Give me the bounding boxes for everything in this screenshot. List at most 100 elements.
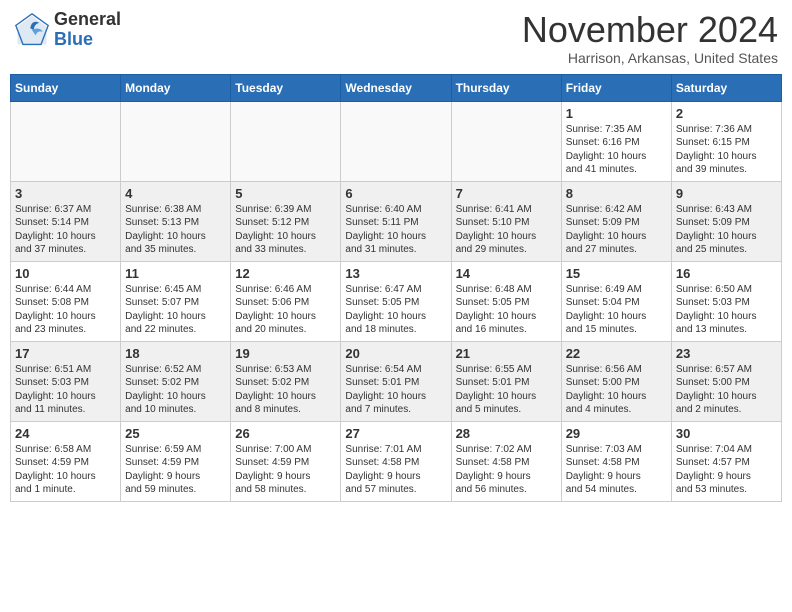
title-block: November 2024 Harrison, Arkansas, United…	[522, 10, 778, 66]
day-number: 5	[235, 186, 336, 201]
calendar-cell: 29Sunrise: 7:03 AM Sunset: 4:58 PM Dayli…	[561, 421, 671, 501]
calendar-week-1: 1Sunrise: 7:35 AM Sunset: 6:16 PM Daylig…	[11, 101, 782, 181]
day-info: Sunrise: 6:41 AM Sunset: 5:10 PM Dayligh…	[456, 203, 557, 257]
calendar-cell	[121, 101, 231, 181]
day-info: Sunrise: 7:02 AM Sunset: 4:58 PM Dayligh…	[456, 443, 557, 497]
day-info: Sunrise: 6:48 AM Sunset: 5:05 PM Dayligh…	[456, 283, 557, 337]
day-info: Sunrise: 6:55 AM Sunset: 5:01 PM Dayligh…	[456, 363, 557, 417]
calendar-cell: 18Sunrise: 6:52 AM Sunset: 5:02 PM Dayli…	[121, 341, 231, 421]
weekday-header-sunday: Sunday	[11, 74, 121, 101]
day-number: 10	[15, 266, 116, 281]
logo: General Blue	[14, 10, 121, 50]
calendar-cell: 10 Sunrise: 6:44 AM Sunset: 5:08 PM Dayli…	[11, 261, 121, 341]
day-number: 17	[15, 346, 116, 361]
weekday-header-thursday: Thursday	[451, 74, 561, 101]
calendar-cell: 14Sunrise: 6:48 AM Sunset: 5:05 PM Dayli…	[451, 261, 561, 341]
calendar-cell: 15 Sunrise: 6:49 AM Sunset: 5:04 PM Dayli…	[561, 261, 671, 341]
calendar-cell: 21Sunrise: 6:55 AM Sunset: 5:01 PM Dayli…	[451, 341, 561, 421]
calendar-cell: 12 Sunrise: 6:46 AM Sunset: 5:06 PM Dayli…	[231, 261, 341, 341]
day-info: Sunrise: 6:38 AM Sunset: 5:13 PM Dayligh…	[125, 203, 226, 257]
calendar-cell: 23 Sunrise: 6:57 AM Sunset: 5:00 PM Dayli…	[671, 341, 781, 421]
day-info: Sunrise: 6:40 AM Sunset: 5:11 PM Dayligh…	[345, 203, 446, 257]
day-number: 25	[125, 426, 226, 441]
calendar-week-2: 3Sunrise: 6:37 AM Sunset: 5:14 PM Daylig…	[11, 181, 782, 261]
day-number: 16	[676, 266, 777, 281]
day-number: 19	[235, 346, 336, 361]
day-number: 27	[345, 426, 446, 441]
day-info: Sunrise: 6:44 AM Sunset: 5:08 PM Dayligh…	[15, 283, 116, 337]
calendar-cell	[451, 101, 561, 181]
location: Harrison, Arkansas, United States	[522, 50, 778, 66]
day-info: Sunrise: 7:35 AM Sunset: 6:16 PM Dayligh…	[566, 123, 667, 177]
day-info: Sunrise: 6:49 AM Sunset: 5:04 PM Dayligh…	[566, 283, 667, 337]
day-info: Sunrise: 6:56 AM Sunset: 5:00 PM Dayligh…	[566, 363, 667, 417]
logo-text: General Blue	[54, 10, 121, 50]
weekday-header-friday: Friday	[561, 74, 671, 101]
calendar-cell	[231, 101, 341, 181]
calendar-table: SundayMondayTuesdayWednesdayThursdayFrid…	[10, 74, 782, 502]
calendar-cell: 30Sunrise: 7:04 AM Sunset: 4:57 PM Dayli…	[671, 421, 781, 501]
day-number: 11	[125, 266, 226, 281]
calendar-week-4: 17Sunrise: 6:51 AM Sunset: 5:03 PM Dayli…	[11, 341, 782, 421]
calendar-cell: 2 Sunrise: 7:36 AM Sunset: 6:15 PM Daylig…	[671, 101, 781, 181]
calendar-cell: 1Sunrise: 7:35 AM Sunset: 6:16 PM Daylig…	[561, 101, 671, 181]
logo-icon	[14, 12, 50, 48]
day-number: 18	[125, 346, 226, 361]
calendar-cell: 11 Sunrise: 6:45 AM Sunset: 5:07 PM Dayli…	[121, 261, 231, 341]
day-info: Sunrise: 7:04 AM Sunset: 4:57 PM Dayligh…	[676, 443, 777, 497]
day-info: Sunrise: 7:00 AM Sunset: 4:59 PM Dayligh…	[235, 443, 336, 497]
day-info: Sunrise: 6:59 AM Sunset: 4:59 PM Dayligh…	[125, 443, 226, 497]
day-info: Sunrise: 7:36 AM Sunset: 6:15 PM Dayligh…	[676, 123, 777, 177]
day-info: Sunrise: 6:46 AM Sunset: 5:06 PM Dayligh…	[235, 283, 336, 337]
calendar-cell: 20 Sunrise: 6:54 AM Sunset: 5:01 PM Dayli…	[341, 341, 451, 421]
day-number: 20	[345, 346, 446, 361]
calendar-cell: 27 Sunrise: 7:01 AM Sunset: 4:58 PM Dayli…	[341, 421, 451, 501]
calendar-cell: 16 Sunrise: 6:50 AM Sunset: 5:03 PM Dayli…	[671, 261, 781, 341]
weekday-header-monday: Monday	[121, 74, 231, 101]
calendar-cell: 13Sunrise: 6:47 AM Sunset: 5:05 PM Dayli…	[341, 261, 451, 341]
calendar-cell: 26 Sunrise: 7:00 AM Sunset: 4:59 PM Dayli…	[231, 421, 341, 501]
day-number: 12	[235, 266, 336, 281]
day-info: Sunrise: 6:43 AM Sunset: 5:09 PM Dayligh…	[676, 203, 777, 257]
logo-general-text: General	[54, 10, 121, 30]
calendar-week-5: 24Sunrise: 6:58 AM Sunset: 4:59 PM Dayli…	[11, 421, 782, 501]
weekday-header-saturday: Saturday	[671, 74, 781, 101]
day-info: Sunrise: 6:50 AM Sunset: 5:03 PM Dayligh…	[676, 283, 777, 337]
calendar-cell: 8Sunrise: 6:42 AM Sunset: 5:09 PM Daylig…	[561, 181, 671, 261]
calendar-cell: 6Sunrise: 6:40 AM Sunset: 5:11 PM Daylig…	[341, 181, 451, 261]
day-info: Sunrise: 7:01 AM Sunset: 4:58 PM Dayligh…	[345, 443, 446, 497]
day-info: Sunrise: 6:39 AM Sunset: 5:12 PM Dayligh…	[235, 203, 336, 257]
calendar-cell: 19 Sunrise: 6:53 AM Sunset: 5:02 PM Dayli…	[231, 341, 341, 421]
calendar-cell: 25 Sunrise: 6:59 AM Sunset: 4:59 PM Dayli…	[121, 421, 231, 501]
calendar-cell	[11, 101, 121, 181]
logo-blue-text: Blue	[54, 30, 121, 50]
day-number: 28	[456, 426, 557, 441]
calendar-cell: 9 Sunrise: 6:43 AM Sunset: 5:09 PM Daylig…	[671, 181, 781, 261]
day-info: Sunrise: 6:54 AM Sunset: 5:01 PM Dayligh…	[345, 363, 446, 417]
calendar-cell: 24Sunrise: 6:58 AM Sunset: 4:59 PM Dayli…	[11, 421, 121, 501]
day-info: Sunrise: 6:37 AM Sunset: 5:14 PM Dayligh…	[15, 203, 116, 257]
day-info: Sunrise: 6:45 AM Sunset: 5:07 PM Dayligh…	[125, 283, 226, 337]
day-info: Sunrise: 6:57 AM Sunset: 5:00 PM Dayligh…	[676, 363, 777, 417]
month-title: November 2024	[522, 10, 778, 50]
calendar-cell: 4Sunrise: 6:38 AM Sunset: 5:13 PM Daylig…	[121, 181, 231, 261]
calendar-cell: 7 Sunrise: 6:41 AM Sunset: 5:10 PM Daylig…	[451, 181, 561, 261]
day-number: 22	[566, 346, 667, 361]
calendar-cell: 22 Sunrise: 6:56 AM Sunset: 5:00 PM Dayli…	[561, 341, 671, 421]
day-info: Sunrise: 6:47 AM Sunset: 5:05 PM Dayligh…	[345, 283, 446, 337]
weekday-header-row: SundayMondayTuesdayWednesdayThursdayFrid…	[11, 74, 782, 101]
day-number: 26	[235, 426, 336, 441]
weekday-header-tuesday: Tuesday	[231, 74, 341, 101]
calendar-cell: 5 Sunrise: 6:39 AM Sunset: 5:12 PM Daylig…	[231, 181, 341, 261]
calendar-cell: 17Sunrise: 6:51 AM Sunset: 5:03 PM Dayli…	[11, 341, 121, 421]
calendar-cell	[341, 101, 451, 181]
day-number: 7	[456, 186, 557, 201]
day-info: Sunrise: 6:53 AM Sunset: 5:02 PM Dayligh…	[235, 363, 336, 417]
page-header: General Blue November 2024 Harrison, Ark…	[10, 10, 782, 66]
day-number: 2	[676, 106, 777, 121]
day-number: 23	[676, 346, 777, 361]
calendar-cell: 28 Sunrise: 7:02 AM Sunset: 4:58 PM Dayli…	[451, 421, 561, 501]
day-number: 9	[676, 186, 777, 201]
weekday-header-wednesday: Wednesday	[341, 74, 451, 101]
day-number: 15	[566, 266, 667, 281]
